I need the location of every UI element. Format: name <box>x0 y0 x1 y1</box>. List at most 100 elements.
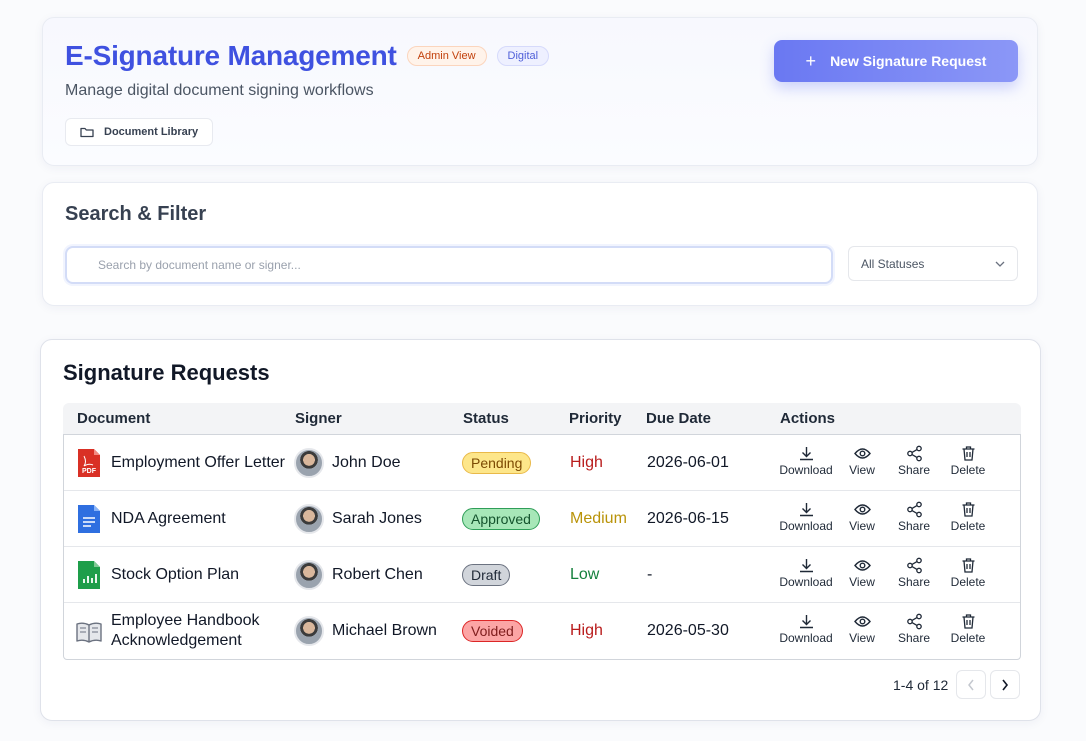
chevron-right-icon <box>1002 679 1009 690</box>
previous-page-button[interactable] <box>956 670 986 699</box>
download-icon <box>799 503 813 517</box>
column-due-date: Due Date <box>646 410 712 427</box>
download-label: Download <box>779 575 833 589</box>
share-icon <box>906 557 922 574</box>
delete-button[interactable]: Delete <box>938 613 998 645</box>
view-button[interactable]: View <box>832 501 892 533</box>
download-button[interactable]: Download <box>776 557 836 589</box>
page-title: E-Signature Management <box>65 40 397 71</box>
view-label: View <box>849 631 875 645</box>
status-badge: Approved <box>462 507 540 530</box>
document-library-label: Document Library <box>104 126 199 138</box>
search-input[interactable] <box>65 246 833 284</box>
share-label: Share <box>897 575 931 589</box>
share-label: Share <box>897 463 931 477</box>
download-button[interactable]: Download <box>776 501 836 533</box>
signer-cell: John Doe <box>294 435 401 490</box>
signature-requests-title: Signature Requests <box>63 360 270 385</box>
book-icon <box>76 622 102 643</box>
pagination-text: 1-4 of 12 <box>893 677 949 693</box>
download-button[interactable]: Download <box>776 445 836 477</box>
share-button[interactable]: Share <box>884 445 944 477</box>
download-icon <box>799 615 813 629</box>
signer-name: Sarah Jones <box>332 509 422 527</box>
document-name: NDA Agreement <box>111 509 226 527</box>
view-button[interactable]: View <box>832 445 892 477</box>
table-header: Document Signer Status Priority Due Date… <box>63 403 1021 434</box>
column-document: Document <box>77 410 151 427</box>
status-cell: Pending <box>462 435 532 490</box>
table-row: Stock Option Plan Robert Chen Draft Low … <box>64 547 1020 603</box>
due-date-text: 2026-05-30 <box>647 622 729 639</box>
trash-icon <box>962 446 974 461</box>
delete-button[interactable]: Delete <box>938 445 998 477</box>
share-button[interactable]: Share <box>884 557 944 589</box>
signature-requests-card: Signature Requests Document Signer Statu… <box>40 339 1041 721</box>
pdf-icon: PDF <box>78 448 100 477</box>
next-page-button[interactable] <box>990 670 1020 699</box>
status-cell: Voided <box>462 603 523 659</box>
signer-name: John Doe <box>332 453 401 471</box>
signer-name: Robert Chen <box>332 565 423 583</box>
document-name: Employment Offer Letter <box>111 453 285 471</box>
share-button[interactable]: Share <box>884 613 944 645</box>
view-button[interactable]: View <box>832 557 892 589</box>
column-priority: Priority <box>569 410 622 427</box>
signer-cell: Sarah Jones <box>294 491 422 546</box>
share-icon <box>906 501 922 518</box>
trash-icon <box>962 502 974 517</box>
download-label: Download <box>779 519 833 533</box>
delete-button[interactable]: Delete <box>938 557 998 589</box>
search-filter-title: Search & Filter <box>65 203 207 225</box>
title-row: E-Signature Management Admin View Digita… <box>65 40 550 72</box>
document-cell: NDA Agreement <box>76 491 286 546</box>
delete-button[interactable]: Delete <box>938 501 998 533</box>
document-cell: Stock Option Plan <box>76 547 286 602</box>
trash-icon <box>962 558 974 573</box>
download-icon <box>799 559 813 573</box>
share-icon <box>906 613 922 630</box>
document-library-button[interactable]: Document Library <box>65 118 214 146</box>
column-status: Status <box>463 410 509 427</box>
delete-label: Delete <box>950 519 986 533</box>
view-label: View <box>849 575 875 589</box>
spreadsheet-icon <box>78 560 100 589</box>
share-button[interactable]: Share <box>884 501 944 533</box>
column-signer: Signer <box>295 410 342 427</box>
avatar <box>294 616 324 646</box>
trash-icon <box>962 614 974 629</box>
signer-cell: Michael Brown <box>294 603 437 659</box>
due-date-text: 2026-06-15 <box>647 509 729 527</box>
document-cell: PDF Employment Offer Letter <box>76 435 286 490</box>
eye-icon <box>853 616 871 627</box>
status-filter-select[interactable]: All Statuses <box>848 246 1018 281</box>
new-signature-request-button[interactable]: + New Signature Request <box>774 40 1018 82</box>
download-label: Download <box>779 463 833 477</box>
view-label: View <box>849 519 875 533</box>
signer-cell: Robert Chen <box>294 547 423 602</box>
share-label: Share <box>897 519 931 533</box>
signer-name: Michael Brown <box>332 622 437 639</box>
priority-text: High <box>570 453 603 471</box>
delete-label: Delete <box>950 575 986 589</box>
share-label: Share <box>897 631 931 645</box>
svg-text:PDF: PDF <box>82 468 97 475</box>
download-icon <box>799 447 813 461</box>
avatar <box>294 447 324 478</box>
chevron-down-icon <box>995 261 1005 267</box>
download-button[interactable]: Download <box>776 613 836 645</box>
status-badge: Draft <box>462 563 511 586</box>
header-card: E-Signature Management Admin View Digita… <box>42 17 1038 166</box>
document-name: Employee Handbook Acknowledgement <box>111 612 260 649</box>
folder-icon <box>80 127 94 138</box>
page-subtitle: Manage digital document signing workflow… <box>65 82 374 99</box>
status-badge: Pending <box>462 451 532 474</box>
view-button[interactable]: View <box>832 613 892 645</box>
new-signature-request-label: New Signature Request <box>830 53 987 69</box>
view-label: View <box>849 463 875 477</box>
table-row: PDF Employment Offer Letter John Doe Pen… <box>64 435 1020 491</box>
status-cell: Approved <box>462 491 540 546</box>
table-row: NDA Agreement Sarah Jones Approved Mediu… <box>64 491 1020 547</box>
avatar <box>294 559 324 590</box>
plus-icon: + <box>805 50 817 71</box>
